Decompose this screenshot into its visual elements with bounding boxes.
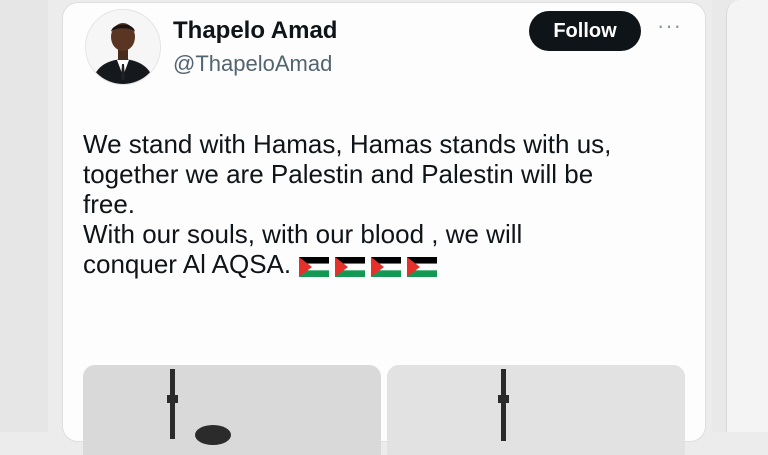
palestine-flag-icon — [407, 257, 438, 278]
tweet-media-image[interactable] — [83, 365, 381, 455]
follow-button[interactable]: Follow — [529, 11, 641, 51]
avatar[interactable] — [85, 9, 161, 85]
right-adjacent-card — [712, 0, 768, 432]
author-name[interactable]: Thapelo Amad — [173, 17, 337, 45]
palestine-flag-icon — [335, 257, 366, 278]
person-avatar-icon — [86, 10, 160, 84]
tweet-text-line: With our souls, with our blood , we will — [83, 219, 523, 249]
tweet-media-image[interactable] — [387, 365, 685, 455]
tweet-text-line: We stand with Hamas, Hamas stands with u… — [83, 129, 612, 159]
author-handle[interactable]: @ThapeloAmad — [173, 51, 332, 77]
tweet-text: We stand with Hamas, Hamas stands with u… — [83, 129, 693, 281]
left-background — [0, 0, 48, 432]
palestine-flag-icon — [371, 257, 402, 278]
flag-emoji-group — [299, 251, 443, 281]
adjacent-card-edge — [726, 0, 768, 432]
tweet-text-line-last: conquer Al AQSA. — [83, 249, 693, 281]
tweet-text-line: conquer Al AQSA. — [83, 249, 292, 279]
tweet-text-line: together we are Palestin and Palestin wi… — [83, 159, 594, 189]
more-options-icon[interactable]: ··· — [657, 13, 682, 39]
tweet-text-line: free. — [83, 189, 136, 219]
tweet-card[interactable]: Thapelo Amad @ThapeloAmad Follow ··· We … — [62, 2, 706, 455]
palestine-flag-icon — [299, 257, 330, 278]
photo-image — [83, 365, 381, 455]
photo-image — [387, 365, 685, 455]
